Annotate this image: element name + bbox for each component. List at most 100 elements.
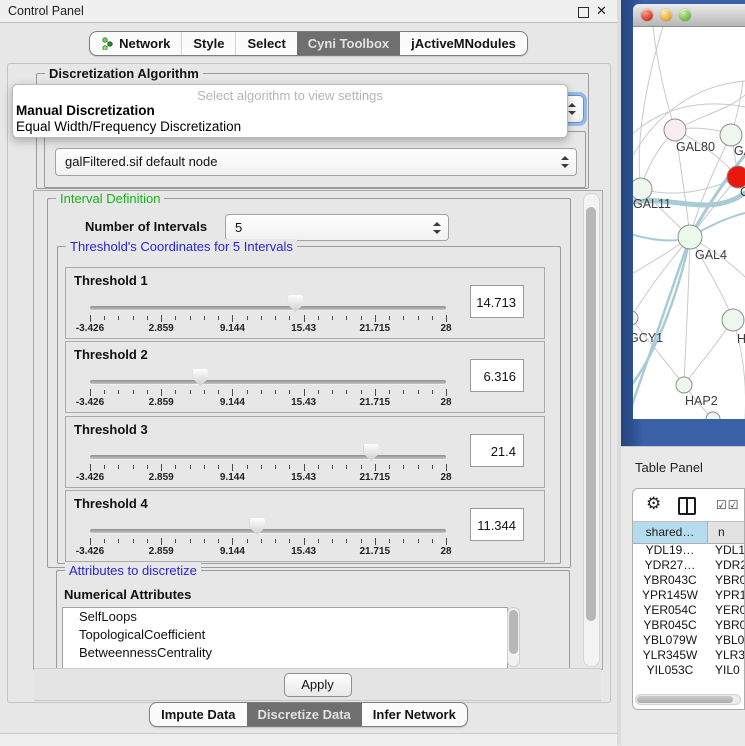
tab-label: jActiveMNodules <box>411 36 516 51</box>
node-table: ⚙ ☑☑ shared… n YDL19… YDL1 YDR27… YDR2 Y… <box>632 488 745 710</box>
dropdown-option-equal-width-frequency-discretization[interactable]: Equal Width/Frequency Discretization <box>13 119 567 135</box>
tick-label: 15.43 <box>291 546 316 557</box>
slider-track[interactable] <box>90 455 446 459</box>
threshold-value-field[interactable]: 14.713 <box>470 285 524 318</box>
threshold-panel-4: Threshold 4 -3.4262.8599.14415.4321.7152… <box>65 490 545 562</box>
numerical-attributes-list[interactable]: SelfLoopsTopologicalCoefficientBetweenne… <box>62 607 508 669</box>
tab-cyni-toolbox[interactable]: Cyni Toolbox <box>297 32 400 55</box>
network-window-titlebar[interactable] <box>633 4 745 27</box>
number-of-intervals-combobox[interactable]: 5 <box>225 214 449 241</box>
table-row[interactable]: YIL053C YIL0 <box>633 663 745 678</box>
tab-discretize-data[interactable]: Discretize Data <box>247 703 362 726</box>
table-data-combobox[interactable]: galFiltered.sif default node <box>55 148 577 176</box>
slider-track[interactable] <box>90 380 446 384</box>
tick-label: 9.144 <box>220 323 245 334</box>
tick-label: 28 <box>440 323 451 334</box>
table-row[interactable]: YLR345W YLR3 <box>633 648 745 663</box>
tab-impute-data[interactable]: Impute Data <box>150 703 246 726</box>
threshold-value-field[interactable]: 6.316 <box>470 359 524 392</box>
select-columns-icon[interactable]: ☑☑ <box>716 498 740 512</box>
attributes-list-scrollbar[interactable] <box>507 607 520 667</box>
table-row[interactable]: YDL19… YDL1 <box>633 543 745 558</box>
column-header-name[interactable]: n <box>708 522 745 543</box>
slider-track[interactable] <box>90 306 446 310</box>
tab-label: Discretize Data <box>258 707 351 722</box>
tab-label: Cyni Toolbox <box>308 36 389 51</box>
settings-vertical-scrollbar[interactable] <box>583 193 600 667</box>
split-columns-icon[interactable] <box>678 497 696 515</box>
tick-label: -3.426 <box>76 546 104 557</box>
tick-label: 2.859 <box>149 397 174 408</box>
tab-style[interactable]: Style <box>181 32 235 55</box>
table-row[interactable]: YBR043C YBR0 <box>633 573 745 588</box>
tick-label: 15.43 <box>291 472 316 483</box>
threshold-slider[interactable]: -3.4262.8599.14415.4321.71528 <box>90 491 446 561</box>
group-title-thresholds: Threshold's Coordinates for 5 Intervals <box>66 239 297 254</box>
attribute-item-betweennesscentrality[interactable]: BetweennessCentrality <box>63 644 507 662</box>
network-node-gal80[interactable] <box>664 119 686 141</box>
table-row[interactable]: YPR145W YPR1 <box>633 588 745 603</box>
network-canvas[interactable]: GAL80GACGAL11GAL4GCY1HHAP2 <box>633 27 745 419</box>
tick-label: -3.426 <box>76 397 104 408</box>
close-icon[interactable]: ✕ <box>596 3 607 19</box>
table-row[interactable]: YDR27… YDR2 <box>633 558 745 573</box>
table-panel: Table Panel ⚙ ☑☑ shared… n YDL19… YDL1 Y… <box>621 446 745 746</box>
tab-infer-network[interactable]: Infer Network <box>362 703 467 726</box>
network-node-ga[interactable] <box>720 124 742 146</box>
table-row[interactable]: YBR045C YBR0 <box>633 618 745 633</box>
tab-network[interactable]: Network <box>90 32 181 55</box>
apply-button[interactable]: Apply <box>284 673 352 697</box>
threshold-value-field[interactable]: 21.4 <box>470 434 524 467</box>
table-row[interactable]: YBL079W YBL0 <box>633 633 745 648</box>
tab-jactivemnodules[interactable]: jActiveMNodules <box>400 32 527 55</box>
network-edge[interactable] <box>684 320 733 385</box>
slider-track[interactable] <box>90 529 446 533</box>
network-node[interactable] <box>706 412 720 419</box>
dropdown-option-manual-discretization[interactable]: Manual Discretization <box>13 103 567 119</box>
tab-select[interactable]: Select <box>235 32 296 55</box>
tick-label: 9.144 <box>220 546 245 557</box>
threshold-slider[interactable]: -3.4262.8599.14415.4321.71528 <box>90 342 446 412</box>
tick-label: 28 <box>440 546 451 557</box>
tick-label: 28 <box>440 472 451 483</box>
minimize-traffic-light-icon[interactable] <box>660 9 672 21</box>
network-edge[interactable] <box>653 27 675 130</box>
stepper-arrows-icon <box>568 103 576 115</box>
zoom-traffic-light-icon[interactable] <box>679 9 691 21</box>
group-title-attributes: Attributes to discretize <box>65 563 201 578</box>
top-tab-bar: Network StyleSelect Cyni Toolbox jActiveMNo… <box>0 31 617 56</box>
node-label: GAL4 <box>695 248 727 262</box>
attribute-item-topologicalcoefficient[interactable]: TopologicalCoefficient <box>63 626 507 644</box>
threshold-panel-3: Threshold 3 -3.4262.8599.14415.4321.7152… <box>65 416 545 488</box>
table-header-row: shared… n <box>633 521 745 544</box>
close-traffic-light-icon[interactable] <box>641 9 653 21</box>
algorithm-dropdown-popup: Select algorithm to view settings Manual… <box>12 84 568 138</box>
column-header-shared-name[interactable]: shared… <box>633 522 708 543</box>
network-node-gal4[interactable] <box>678 225 702 249</box>
tick-label: 2.859 <box>149 472 174 483</box>
table-data-group: Table Data galFiltered.sif default node <box>44 131 586 188</box>
threshold-value-field[interactable]: 11.344 <box>470 508 524 541</box>
node-label: GAL11 <box>633 197 671 211</box>
node-label: GAL80 <box>676 140 715 154</box>
numerical-attributes-label: Numerical Attributes <box>64 587 191 602</box>
tick-label: 9.144 <box>220 472 245 483</box>
threshold-panel-2: Threshold 2 -3.4262.8599.14415.4321.7152… <box>65 341 545 413</box>
node-label: HAP2 <box>685 394 718 408</box>
control-panel-titlebar: Control Panel ✕ <box>0 0 617 23</box>
network-node-gcy1[interactable] <box>633 311 638 325</box>
tick-label: 21.715 <box>360 397 391 408</box>
network-view-window[interactable]: GAL80GACGAL11GAL4GCY1HHAP2 <box>633 4 745 419</box>
stepper-arrows-icon <box>433 222 441 234</box>
gear-icon[interactable]: ⚙ <box>646 494 661 514</box>
threshold-slider[interactable]: -3.4262.8599.14415.4321.71528 <box>90 268 446 338</box>
tab-label: Network <box>119 36 170 51</box>
attribute-item-selfloops[interactable]: SelfLoops <box>63 608 507 626</box>
table-horizontal-scrollbar[interactable] <box>635 694 741 705</box>
network-node-hap2[interactable] <box>676 377 692 393</box>
threshold-slider[interactable]: -3.4262.8599.14415.4321.71528 <box>90 417 446 487</box>
float-window-icon[interactable] <box>578 7 589 18</box>
network-edge[interactable] <box>639 27 663 189</box>
network-node-h[interactable] <box>722 309 744 331</box>
table-row[interactable]: YER054C YER0 <box>633 603 745 618</box>
